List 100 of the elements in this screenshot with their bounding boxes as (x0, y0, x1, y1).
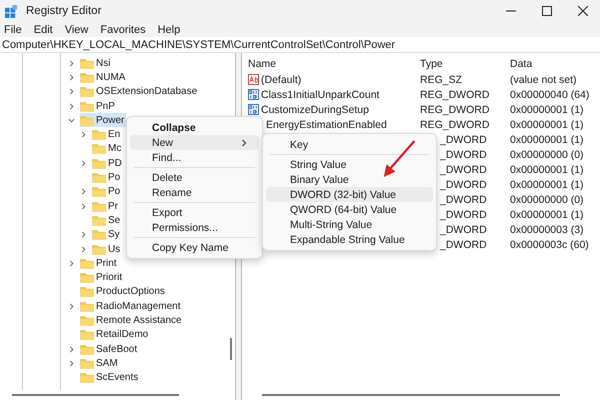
menu-item[interactable]: Favorites (100, 24, 146, 36)
menu-item[interactable]: Help (158, 24, 180, 36)
tree-item[interactable]: ScEvents (80, 370, 140, 385)
tree-item[interactable]: Print (80, 256, 119, 270)
chevron-icon[interactable] (80, 202, 87, 210)
address-bar[interactable]: Computer\HKEY_LOCAL_MACHINE\SYSTEM\CurrentControlSet\Control\Power (0, 37, 600, 53)
horizontal-scrollbar[interactable] (12, 394, 179, 396)
folder-icon (92, 158, 106, 169)
tree-item[interactable]: OSExtensionDatabase (80, 84, 200, 99)
value-type: _DWORD (438, 194, 487, 206)
value-data: 0x00000003 (3) (510, 224, 584, 236)
chevron-icon[interactable] (80, 231, 87, 238)
tree-item[interactable]: Sy (92, 228, 122, 242)
tree-item[interactable]: PD (92, 156, 124, 170)
chevron-icon[interactable] (68, 116, 75, 124)
value-type: _DWORD (438, 224, 487, 236)
tree-item[interactable]: Mc (92, 142, 124, 156)
value-data: 0x00000001 (1) (510, 134, 584, 146)
chevron-icon[interactable] (68, 74, 75, 81)
menu-item[interactable]: New (130, 135, 259, 150)
tree-item[interactable]: Nsi (80, 56, 112, 70)
tree-item[interactable]: RadioManagement (80, 299, 182, 314)
value-data: 0x00000001 (1) (510, 118, 584, 130)
value-type: REG_DWORD (420, 118, 490, 130)
value-name[interactable]: EnergyEstimationEnabled (266, 118, 387, 130)
chevron-icon[interactable] (80, 246, 87, 252)
menu-item[interactable]: Copy Key Name (130, 240, 259, 255)
folder-icon (80, 286, 94, 298)
value-type: _DWORD (438, 148, 487, 160)
menu-item[interactable]: Key (266, 137, 433, 152)
tree-item[interactable]: NUMA (80, 70, 128, 84)
menu-item[interactable]: Find... (130, 150, 259, 165)
tree-item[interactable]: SAM (80, 356, 120, 370)
folder-icon (80, 358, 94, 369)
tree-item[interactable]: RetailDemo (80, 328, 150, 342)
menu-item[interactable]: Expandable String Value (266, 232, 433, 247)
tree-item[interactable]: Us (92, 242, 122, 256)
chevron-icon[interactable] (80, 131, 87, 138)
menu-item[interactable]: Binary Value (266, 172, 433, 187)
menu-item[interactable]: QWORD (64-bit) Value (266, 202, 433, 217)
tree-item[interactable]: Priorit (80, 270, 124, 285)
string-value-icon (248, 74, 259, 85)
value-name[interactable]: (Default) (261, 74, 302, 86)
value-data: (value not set) (510, 74, 577, 86)
chevron-icon[interactable] (68, 302, 75, 310)
chevron-icon[interactable] (68, 60, 75, 67)
chevron-icon (241, 138, 247, 146)
column-header[interactable]: Data (510, 58, 600, 70)
value-type: _DWORD (438, 178, 487, 190)
tree-item[interactable]: SafeBoot (80, 342, 140, 356)
binary-value-icon (248, 104, 259, 115)
tree-item[interactable]: Se (92, 213, 122, 228)
column-header[interactable]: Type (420, 58, 510, 70)
column-header[interactable]: Name (242, 58, 420, 70)
menu-item[interactable]: Export (130, 205, 259, 220)
binary-value-icon (248, 89, 259, 100)
folder-icon (80, 372, 94, 384)
tree-item[interactable]: Remote Assistance (80, 313, 184, 328)
chevron-icon[interactable] (68, 346, 75, 353)
folder-icon (92, 214, 106, 226)
folder-icon (92, 229, 106, 240)
menu-item[interactable]: Delete (130, 170, 259, 185)
chevron-icon[interactable] (68, 260, 75, 267)
tree-item[interactable]: Power (80, 113, 126, 128)
folder-icon (80, 344, 94, 355)
value-name[interactable]: CustomizeDuringSetup (261, 104, 369, 116)
value-type: _DWORD (438, 208, 487, 220)
horizontal-scrollbar[interactable] (262, 394, 560, 396)
menu-item[interactable]: Rename (130, 185, 259, 200)
tree-item[interactable]: En (92, 128, 122, 142)
menu-item[interactable]: DWORD (32-bit) Value (266, 187, 433, 202)
value-data: 0x00000000 (0) (510, 148, 584, 160)
tree-item[interactable]: Pr (92, 199, 120, 214)
chevron-icon[interactable] (80, 188, 87, 196)
folder-icon (80, 314, 94, 326)
tree-item[interactable]: Po (92, 170, 122, 185)
tree-item[interactable]: ProductOptions (80, 284, 167, 299)
value-name[interactable]: Class1InitialUnparkCount (261, 88, 380, 100)
chevron-icon[interactable] (68, 360, 75, 367)
menu-item[interactable]: String Value (266, 157, 433, 172)
menu-item[interactable]: Collapse (130, 120, 259, 135)
value-type: REG_SZ (420, 74, 462, 86)
chevron-icon[interactable] (80, 160, 87, 167)
value-type: REG_DWORD (420, 88, 490, 100)
folder-icon (92, 244, 106, 254)
menu-item[interactable]: Permissions... (130, 220, 259, 235)
menu-item[interactable]: View (64, 24, 88, 36)
menu-item[interactable]: Edit (34, 24, 53, 36)
tree-item[interactable]: PnP (80, 99, 117, 114)
maximize-icon[interactable] (542, 6, 552, 16)
menu-item[interactable]: File (4, 24, 22, 36)
menu-item[interactable]: Multi-String Value (266, 217, 433, 232)
chevron-icon[interactable] (68, 102, 75, 110)
registry-icon (5, 4, 18, 18)
tree-item[interactable]: Po (92, 184, 122, 199)
folder-icon (80, 300, 94, 312)
scrollbar-thumb[interactable] (230, 338, 232, 360)
chevron-icon[interactable] (68, 88, 75, 96)
close-icon[interactable] (578, 6, 588, 16)
folder-icon (80, 100, 94, 112)
